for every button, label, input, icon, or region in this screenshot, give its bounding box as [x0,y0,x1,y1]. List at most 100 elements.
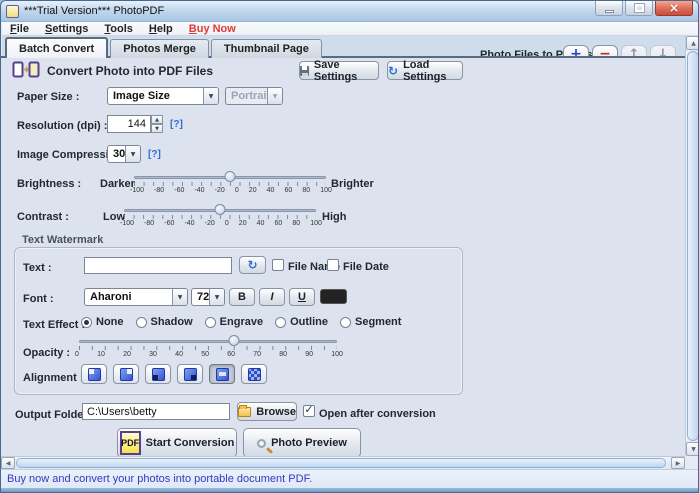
align-top-right-button[interactable] [113,364,139,384]
align-center-button[interactable] [209,364,235,384]
align-bottom-right-button[interactable] [177,364,203,384]
tick-label: 80 [279,351,287,358]
watermark-refresh-button[interactable]: ↻ [239,256,266,274]
effect-radio-engrave[interactable] [205,317,216,328]
menu-tools[interactable]: Tools [104,23,133,35]
photo-preview-button[interactable]: Photo Preview [243,428,361,458]
contrast-slider[interactable]: -100-80-60-40-20020406080100 [124,203,316,229]
file-name-checkbox[interactable] [272,259,284,271]
tab-batch-convert[interactable]: Batch Convert [5,37,108,58]
effect-label-shadow: Shadow [151,316,193,328]
tick-label: 40 [267,187,275,194]
effect-radio-outline[interactable] [275,317,286,328]
resolution-input[interactable] [107,115,151,133]
menu-file[interactable]: File [10,23,29,35]
font-color-swatch[interactable] [320,289,347,304]
brightness-label: Brightness : [17,178,81,190]
compression-select[interactable]: 30 ▼ [107,145,141,163]
tick-label: 80 [292,220,300,227]
titlebar[interactable]: ***Trial Version*** PhotoPDF × [1,1,698,22]
opacity-slider[interactable]: 0102030405060708090100 [79,334,337,360]
load-settings-button[interactable]: ↻ Load Settings [387,61,463,80]
contrast-label: Contrast : [17,211,69,223]
vertical-scrollbar[interactable]: ▲ ▼ [685,36,699,456]
align-bottom-left-button[interactable] [145,364,171,384]
refresh-icon: ↻ [247,258,257,272]
app-icon [6,5,19,18]
effect-label-engrave: Engrave [220,316,263,328]
horizontal-scrollbar[interactable]: ◀ ▶ [1,456,685,469]
tick-label: 100 [310,220,322,227]
effect-radio-shadow[interactable] [136,317,147,328]
brightness-thumb[interactable] [225,171,236,182]
menu-settings[interactable]: Settings [45,23,88,35]
paper-size-select[interactable]: Image Size ▼ [107,87,219,105]
italic-button[interactable]: I [259,288,285,306]
align-top-right-icon [120,368,133,381]
alignment-group [81,364,267,384]
file-date-checkbox[interactable] [327,259,339,271]
chevron-down-icon: ▼ [209,289,224,305]
chevron-down-icon: ▼ [267,88,282,104]
magnifier-icon [257,439,266,448]
effect-radio-segment[interactable] [340,317,351,328]
underline-button[interactable]: U [289,288,315,306]
horizontal-scroll-thumb[interactable] [16,458,666,468]
slider-ticks [124,215,316,219]
close-button[interactable]: × [655,1,693,16]
browse-label: Browse [256,406,296,418]
tick-label: -60 [164,220,174,227]
opacity-thumb[interactable] [228,335,239,346]
window-title: ***Trial Version*** PhotoPDF [24,5,164,17]
spin-down-icon[interactable]: ▼ [151,124,163,133]
chevron-down-icon: ▼ [172,289,187,305]
compression-help-link[interactable]: [?] [148,149,161,160]
menu-buy-now[interactable]: Buy Now [189,23,236,35]
load-settings-label: Load Settings [403,59,462,83]
align-tile-button[interactable] [241,364,267,384]
watermark-text-input[interactable] [84,257,232,274]
maximize-button[interactable] [625,1,653,16]
tab-thumbnail-page[interactable]: Thumbnail Page [211,39,322,58]
save-settings-button[interactable]: Save Settings [299,61,379,80]
bold-button[interactable]: B [229,288,255,306]
slider-tick-labels: 0102030405060708090100 [75,351,343,358]
resolution-spinner[interactable]: ▲ ▼ [151,115,163,133]
menu-help[interactable]: Help [149,23,173,35]
scroll-left-button[interactable]: ◀ [1,457,15,469]
tick-label: 20 [249,187,257,194]
output-folder-input[interactable] [82,403,230,420]
tick-label: 100 [331,351,343,358]
close-icon: × [669,3,679,14]
scroll-up-button[interactable]: ▲ [686,36,699,50]
pdf-icon: PDF [120,431,141,455]
scroll-up-icon: ▲ [691,40,696,47]
underline-label: U [298,291,306,303]
vertical-scroll-thumb[interactable] [687,51,699,441]
tab-photos-merge[interactable]: Photos Merge [110,39,209,58]
font-select[interactable]: Aharoni ▼ [84,288,188,306]
opacity-label: Opacity : [23,347,70,359]
tick-label: -60 [174,187,184,194]
tick-label: 90 [305,351,313,358]
align-top-left-button[interactable] [81,364,107,384]
contrast-thumb[interactable] [215,204,226,215]
paper-size-value: Image Size [108,90,203,102]
tabstrip: Batch Convert Photos Merge Thumbnail Pag… [5,37,322,58]
scroll-right-button[interactable]: ▶ [671,457,685,469]
font-size-select[interactable]: 72 ▼ [191,288,225,306]
window-controls: × [595,1,693,16]
check-icon: ✓ [304,405,313,415]
brightness-slider[interactable]: -100-80-60-40-20020406080100 [134,170,326,196]
minimize-button[interactable] [595,1,623,16]
browse-button[interactable]: Browse [237,402,297,421]
open-after-checkbox[interactable]: ✓ [303,405,315,417]
scroll-right-icon: ▶ [676,460,681,467]
spin-up-icon[interactable]: ▲ [151,115,163,124]
scroll-down-button[interactable]: ▼ [686,442,699,456]
effect-label-outline: Outline [290,316,328,328]
align-tile-icon [248,368,261,381]
resolution-help-link[interactable]: [?] [170,119,183,130]
effect-radio-none[interactable] [81,317,92,328]
start-conversion-button[interactable]: PDF Start Conversion [117,428,237,458]
